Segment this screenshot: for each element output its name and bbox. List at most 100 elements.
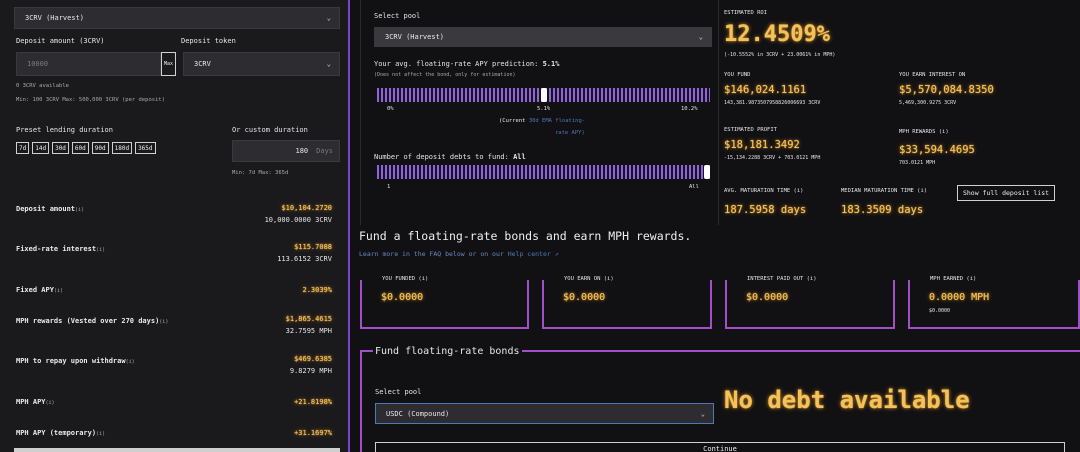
row-label: MPH rewards (Vested over 270 days) xyxy=(16,317,160,325)
info-icon[interactable]: (i) xyxy=(54,288,63,294)
show-deposit-list-button[interactable]: Show full deposit list xyxy=(957,185,1055,201)
row-value: $10,104.2720 xyxy=(281,204,332,212)
debts-value: All xyxy=(513,153,526,161)
median-maturation-value: 183.3509 days xyxy=(841,204,924,216)
row-sub: 113.6152 3CRV xyxy=(277,255,332,263)
row-sub: 32.7595 MPH xyxy=(285,327,332,335)
preset-7d[interactable]: 7d xyxy=(16,142,30,154)
prediction-label-text: Your avg. floating-rate APY prediction: xyxy=(374,60,539,68)
current-rate-link-2[interactable]: rate APY) xyxy=(555,130,585,136)
deposit-amount-placeholder: 10000 xyxy=(27,60,49,68)
stat-card-mph-earned: MPH EARNED (i) 0.0000 MPH $0.0000 xyxy=(908,276,1080,329)
current-rate-note: (Current 30d EMA floating- xyxy=(499,118,585,124)
custom-duration-input[interactable]: 180 Days xyxy=(232,140,340,162)
pool-select-value: 3CRV (Harvest) xyxy=(25,14,85,22)
mph-rewards-label: MPH REWARDS (i) xyxy=(899,129,949,135)
roi-label: ESTIMATED ROI xyxy=(724,10,768,16)
tick-mid: 5.1% xyxy=(537,106,551,112)
deposit-amount-label: Deposit amount (3CRV) xyxy=(16,37,105,45)
profit-value: $18,181.3492 xyxy=(724,139,800,151)
stat-value: $0.0000 xyxy=(563,292,606,303)
info-icon[interactable]: (i) xyxy=(96,247,105,253)
row-value: $1,865.4615 xyxy=(285,315,332,323)
no-debt-message: No debt available xyxy=(724,386,970,414)
summary-row: MPH APY (temporary)(i) +31.1697% xyxy=(16,429,332,437)
profit-sub: -15,134.2288 3CRV + 703.0121 MPH xyxy=(724,155,821,161)
learn-more: Learn more in the FAQ below or on our He… xyxy=(359,250,559,258)
summary-row: MPH rewards (Vested over 270 days)(i) $1… xyxy=(16,315,332,335)
stat-value: $0.0000 xyxy=(381,292,424,303)
row-label: Fixed-rate interest xyxy=(16,245,97,253)
mid-pool-value: 3CRV (Harvest) xyxy=(385,33,445,41)
learn-more-text: Learn more in the FAQ below or on our xyxy=(359,250,504,258)
stat-value: 0.0000 MPH xyxy=(929,292,990,303)
preset-365d[interactable]: 365d xyxy=(135,142,156,154)
available-balance: 0 3CRV available xyxy=(16,83,69,89)
stat-label: INTEREST PAID OUT (i) xyxy=(744,276,820,282)
stat-card-earn-on: YOU EARN ON (i) $0.0000 xyxy=(542,276,712,329)
preset-14d[interactable]: 14d xyxy=(32,142,50,154)
fund-form: Fund floating-rate bonds Select pool USD… xyxy=(360,346,1080,452)
row-value: 2.3039% xyxy=(302,286,332,294)
row-value: +31.1697% xyxy=(294,429,332,437)
help-center-link[interactable]: Help center xyxy=(508,250,551,258)
custom-duration-unit: Days xyxy=(316,147,333,155)
custom-duration-label: Or custom duration xyxy=(232,126,308,134)
preset-180d[interactable]: 180d xyxy=(111,142,133,154)
interest-on-label: YOU EARN INTEREST ON xyxy=(899,72,966,78)
chevron-down-icon: ⌄ xyxy=(326,60,331,68)
you-fund-value: $146,024.1161 xyxy=(724,84,807,96)
summary-row: MPH to repay upon withdraw(i) $469.6385 … xyxy=(16,355,332,375)
debts-label-text: Number of deposit debts to fund: xyxy=(374,153,509,161)
chevron-down-icon: ⌄ xyxy=(700,409,705,418)
tick-min: 0% xyxy=(387,106,394,112)
custom-duration-value: 180 xyxy=(295,147,309,155)
continue-button[interactable]: Continue xyxy=(375,442,1065,452)
external-link-icon[interactable]: ↗ xyxy=(555,250,559,258)
chevron-down-icon: ⌄ xyxy=(326,14,331,22)
row-label: Fixed APY xyxy=(16,286,54,294)
custom-duration-limits: Min: 7d Max: 365d xyxy=(232,170,289,176)
deposit-token-select[interactable]: 3CRV ⌄ xyxy=(183,52,340,76)
row-label: MPH APY xyxy=(16,398,46,406)
debts-label: Number of deposit debts to fund: All xyxy=(374,153,526,161)
preset-30d[interactable]: 30d xyxy=(52,142,69,154)
prediction-label: Your avg. floating-rate APY prediction: … xyxy=(374,60,559,68)
stat-value: $0.0000 xyxy=(746,292,789,303)
mid-pool-select[interactable]: 3CRV (Harvest) ⌄ xyxy=(374,27,712,47)
stat-sub: $0.0000 xyxy=(929,308,951,314)
row-label: Deposit amount xyxy=(16,205,76,213)
preset-60d[interactable]: 60d xyxy=(71,142,89,154)
you-fund-label: YOU FUND xyxy=(724,72,751,78)
fund-form-title: Fund floating-rate bonds xyxy=(373,346,522,357)
summary-row: Fixed APY(i) 2.3039% xyxy=(16,286,332,294)
prediction-note: (Does not affect the bond, only for esti… xyxy=(374,72,516,78)
info-icon[interactable]: (i) xyxy=(159,319,168,325)
info-icon[interactable]: (i) xyxy=(96,431,105,437)
deposit-amount-input[interactable]: 10000 xyxy=(16,52,161,76)
roi-sub: (-10.5552% in 3CRV + 23.0061% in MPH) xyxy=(724,52,836,58)
max-button[interactable]: Max xyxy=(161,52,176,76)
estimates-panel: ESTIMATED ROI 12.4509% (-10.5552% in 3CR… xyxy=(718,0,1080,225)
bottom-pool-value: USDC (Compound) xyxy=(386,409,450,418)
mph-rewards-sub: 703.0121 MPH xyxy=(899,160,936,166)
pool-select[interactable]: 3CRV (Harvest) ⌄ xyxy=(14,7,340,29)
debts-tick-max: All xyxy=(689,184,699,190)
current-prefix: (Current xyxy=(499,118,526,124)
info-icon[interactable]: (i) xyxy=(126,359,135,365)
tick-max: 10.2% xyxy=(681,106,698,112)
bottom-pool-select[interactable]: USDC (Compound) ⌄ xyxy=(375,403,714,424)
current-rate-link[interactable]: 30d EMA floating- xyxy=(529,118,585,124)
row-sub: 9.8279 MPH xyxy=(289,367,332,375)
profit-label: ESTIMATED PROFIT xyxy=(724,127,777,133)
info-icon[interactable]: (i) xyxy=(75,207,84,213)
debts-slider-handle[interactable] xyxy=(704,165,710,179)
deposit-button-edge[interactable] xyxy=(14,448,340,452)
debts-slider[interactable] xyxy=(377,165,710,179)
deposit-limits: Min: 100 3CRV Max: 500,000 3CRV (per dep… xyxy=(16,97,166,103)
preset-90d[interactable]: 90d xyxy=(91,142,109,154)
summary-row: MPH APY(i) +21.8198% xyxy=(16,398,332,406)
stat-label: MPH EARNED (i) xyxy=(927,276,980,282)
info-icon[interactable]: (i) xyxy=(46,400,55,406)
prediction-slider-handle[interactable] xyxy=(540,88,547,102)
